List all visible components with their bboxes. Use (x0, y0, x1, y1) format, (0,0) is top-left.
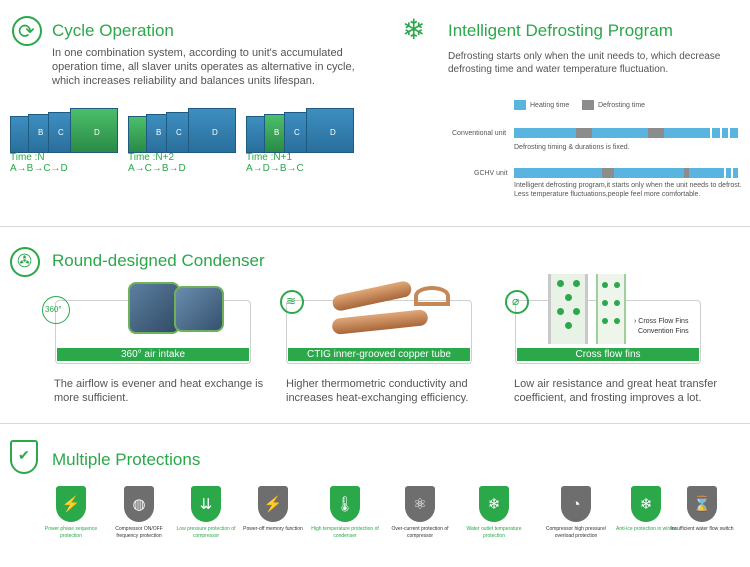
protection-label: Power-off memory function (243, 526, 303, 532)
snowflake-icon: ❄ (479, 486, 509, 522)
thermometer-icon: 🌡 (330, 486, 360, 522)
cycle-time-3: Time :N+1 (246, 152, 293, 163)
protection-label: Water outlet temperature protection (466, 526, 522, 539)
unit-letter: B (274, 128, 280, 137)
fins-icon: ⌀ (505, 290, 529, 314)
hourglass-icon: ⌛ (687, 486, 717, 522)
cross-fins-image (548, 274, 588, 344)
protection-item: ⚛ Over-current protection of compressor (385, 486, 455, 546)
protection-item: ⚡ Power phase sequence protection (36, 486, 106, 546)
cycle-order-3: A→D→B→C (246, 163, 304, 174)
compressor-icon: ◍ (124, 486, 154, 522)
protection-label: Low pressure protection of compressor (176, 526, 236, 539)
condenser-caption-tube: CTIG inner-grooved copper tube (288, 348, 470, 361)
unit-letter: B (38, 128, 44, 137)
protection-label: High temperature protection of condenser (311, 526, 379, 539)
row1-label: Conventional unit (452, 130, 507, 137)
cycle-order-1: A→B→C→D (10, 163, 68, 174)
cycle-time-1: Time :N (10, 152, 45, 163)
protection-item: ◍ Compressor ON/OFF frequency protection (104, 486, 174, 546)
protection-label: Compressor ON/OFF frequency protection (115, 526, 163, 539)
unit-letter: D (212, 128, 218, 137)
legend-defrost-label: Defrosting time (598, 102, 646, 109)
gchv-bar (514, 168, 738, 178)
convention-fins-image (596, 274, 626, 344)
legend-heating-swatch (514, 100, 526, 110)
coil-image (120, 276, 232, 336)
protection-item: 🌡 High temperature protection of condense… (310, 486, 380, 546)
copper-tube-image (322, 279, 462, 338)
lightning-icon: ⚡ (258, 486, 288, 522)
tube-icon: ≋ (280, 290, 304, 314)
gauge-icon: ◔ (561, 486, 591, 522)
condenser-caption-fins: Cross flow fins (517, 348, 699, 361)
cycle-group-2: B C D (128, 108, 236, 153)
cycle-icon: ⟳ (12, 16, 42, 46)
protections-title: Multiple Protections (52, 450, 201, 469)
snowflake-icon: ❄ (402, 14, 426, 45)
condenser-desc-fins: Low air resistance and great heat transf… (514, 378, 718, 404)
fin-label-cross: › Cross Flow Fins (634, 318, 689, 325)
protection-label: Over-current protection of compressor (391, 526, 449, 539)
fin-label-convention: Convention Fins (638, 328, 689, 335)
legend-heating-label: Heating time (530, 102, 570, 109)
condenser-desc-air: The airflow is evener and heat exchange … (54, 378, 264, 404)
lightning-icon: ⚡ (56, 486, 86, 522)
protection-label: Power phase sequence protection (44, 526, 98, 539)
unit-letter: D (94, 128, 100, 137)
protection-item: ❄ Water outlet temperature protection (459, 486, 529, 546)
cycle-group-3: B C D (246, 108, 354, 153)
condenser-title: Round-designed Condenser (52, 251, 265, 270)
fan-icon: ✇ (10, 247, 40, 277)
air-intake-badge: 360° (42, 296, 70, 324)
shield-check-icon: ✔ (10, 440, 38, 474)
cycle-order-2: A→C→B→D (128, 163, 186, 174)
protection-item: ⚡ Power-off memory function (238, 486, 308, 546)
row2-note-a: Intelligent defrosting program,it starts… (514, 182, 742, 189)
cycle-title: Cycle Operation (52, 21, 174, 40)
row1-note: Defrosting timing & durations is fixed. (514, 144, 630, 151)
pressure-arrows-icon: ⇊ (191, 486, 221, 522)
protection-label: Insufficient water flow switch (670, 526, 734, 532)
protection-item: ⌛ Insufficient water flow switch (667, 486, 737, 546)
protection-item: ◔ Compressor high pressure/ overload prot… (541, 486, 611, 546)
section-divider (0, 423, 750, 424)
protection-item: ⇊ Low pressure protection of compressor (171, 486, 241, 546)
unit-letter: C (294, 128, 300, 137)
condenser-caption-air: 360° air intake (57, 348, 249, 361)
defrost-desc: Defrosting starts only when the unit nee… (448, 51, 721, 75)
cycle-group-1: B C D (10, 108, 118, 153)
defrost-title: Intelligent Defrosting Program (448, 21, 673, 40)
cycle-desc: In one combination system, according to … (52, 47, 355, 87)
row2-note-b: Less temperature fluctuations,people fee… (514, 191, 701, 198)
protection-label: Compressor high pressure/ overload prote… (545, 526, 607, 539)
unit-letter: D (330, 128, 336, 137)
cycle-time-2: Time :N+2 (128, 152, 175, 163)
condenser-desc-tube: Higher thermometric conductivity and inc… (286, 378, 469, 404)
unit-letter: C (58, 128, 64, 137)
unit-letter: B (156, 128, 162, 137)
snowflake-icon: ❄ (631, 486, 661, 522)
circuit-icon: ⚛ (405, 486, 435, 522)
section-divider (0, 226, 750, 227)
legend-defrost-swatch (582, 100, 594, 110)
row2-label: GCHV unit (474, 170, 508, 177)
conventional-bar (514, 128, 738, 138)
unit-letter: C (176, 128, 182, 137)
